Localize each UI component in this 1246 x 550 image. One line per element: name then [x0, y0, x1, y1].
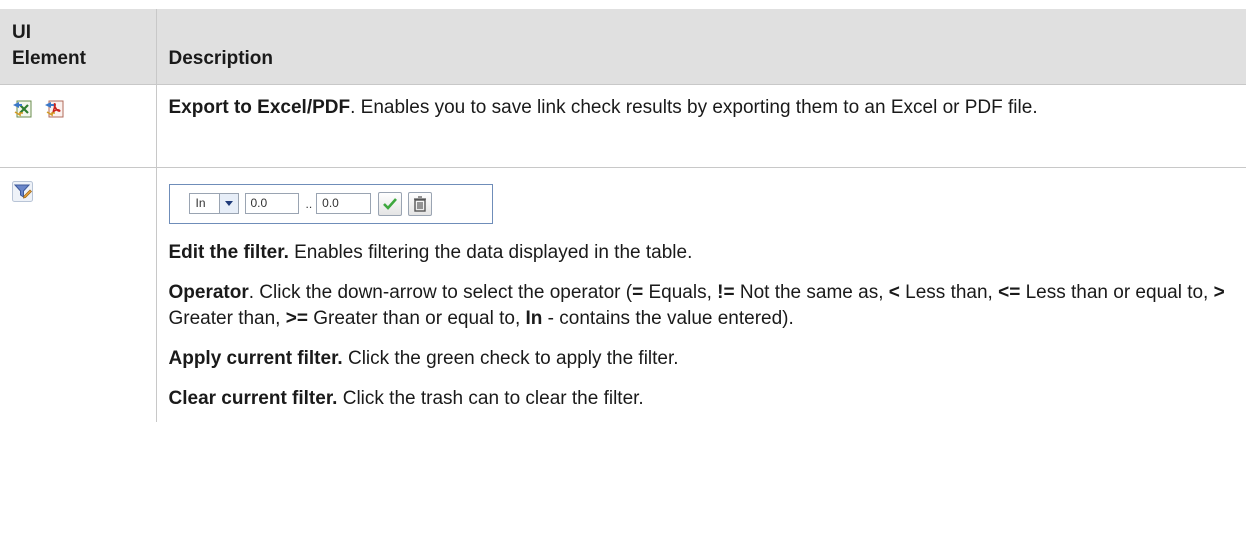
operator-desc: Greater than or equal to,: [307, 307, 526, 329]
clear-filter-title: Clear current filter.: [168, 387, 338, 409]
header-ui-element: UI Element: [0, 9, 156, 85]
table-row: In 0.0 .. 0.0 Edit the filter. Enables f…: [0, 167, 1246, 422]
filter-widget: In 0.0 .. 0.0: [168, 183, 493, 224]
apply-filter-text: Click the green check to apply the filte…: [342, 347, 679, 369]
operator-desc: Not the same as,: [734, 281, 889, 303]
operator-desc: Greater than,: [168, 307, 286, 329]
clear-filter-button[interactable]: [408, 191, 433, 216]
operator-desc: - contains the value entered).: [542, 307, 794, 329]
range-separator: ..: [305, 196, 313, 211]
table-header-row: UI Element Description: [0, 9, 1246, 85]
operator-desc: Equals,: [643, 281, 718, 303]
ui-element-table: UI Element Description Export to Excel/P…: [0, 9, 1246, 422]
operator-symbol: !=: [717, 281, 735, 303]
edit-filter-text: Enables filtering the data displayed in …: [288, 241, 693, 263]
trash-icon: [414, 195, 427, 212]
operator-symbol: <=: [998, 281, 1021, 303]
table-row: Export to Excel/PDF. Enables you to save…: [0, 84, 1246, 168]
export-text: . Enables you to save link check results…: [350, 96, 1038, 118]
edit-filter-paragraph: Edit the filter. Enables filtering the d…: [169, 240, 1235, 266]
description-cell: In 0.0 .. 0.0 Edit the filter. Enables f…: [155, 167, 1246, 422]
edit-filter-title: Edit the filter.: [168, 241, 289, 263]
operator-title: Operator: [168, 281, 249, 303]
operator-select[interactable]: In: [188, 193, 239, 214]
description-cell: Export to Excel/PDF. Enables you to save…: [155, 84, 1246, 168]
export-to-excel-icon: [13, 100, 32, 117]
ui-element-cell: [0, 167, 156, 422]
filter-to-input[interactable]: 0.0: [316, 193, 372, 214]
header-description: Description: [155, 9, 1246, 85]
check-icon: [383, 197, 398, 210]
export-description: Export to Excel/PDF. Enables you to save…: [169, 95, 1235, 121]
operator-symbol: =: [632, 281, 644, 303]
operator-text: . Click the down-arrow to select the ope…: [248, 281, 633, 303]
header-ui-element-line1: UI: [12, 21, 31, 43]
clear-filter-text: Click the trash can to clear the filter.: [337, 387, 644, 409]
operator-paragraph: Operator. Click the down-arrow to select…: [169, 280, 1235, 332]
ui-element-cell: [0, 84, 156, 168]
export-to-pdf-icon: [45, 100, 64, 117]
filter-from-input[interactable]: 0.0: [244, 193, 299, 214]
apply-filter-button[interactable]: [378, 191, 403, 216]
operator-desc: Less than or equal to,: [1020, 281, 1214, 303]
chevron-down-icon[interactable]: [218, 194, 238, 213]
apply-filter-title: Apply current filter.: [168, 347, 343, 369]
export-title: Export to Excel/PDF: [168, 96, 351, 118]
operator-symbol: >=: [285, 307, 308, 329]
operator-value: In: [195, 196, 206, 210]
clear-filter-paragraph: Clear current filter. Click the trash ca…: [169, 386, 1235, 412]
header-ui-element-line2: Element: [12, 47, 86, 69]
operator-desc: Less than,: [899, 281, 999, 303]
operator-symbol: In: [525, 307, 543, 329]
operator-symbol: <: [888, 281, 900, 303]
apply-filter-paragraph: Apply current filter. Click the green ch…: [169, 346, 1235, 372]
edit-filter-icon: [12, 180, 33, 202]
operator-symbol: >: [1213, 281, 1225, 303]
